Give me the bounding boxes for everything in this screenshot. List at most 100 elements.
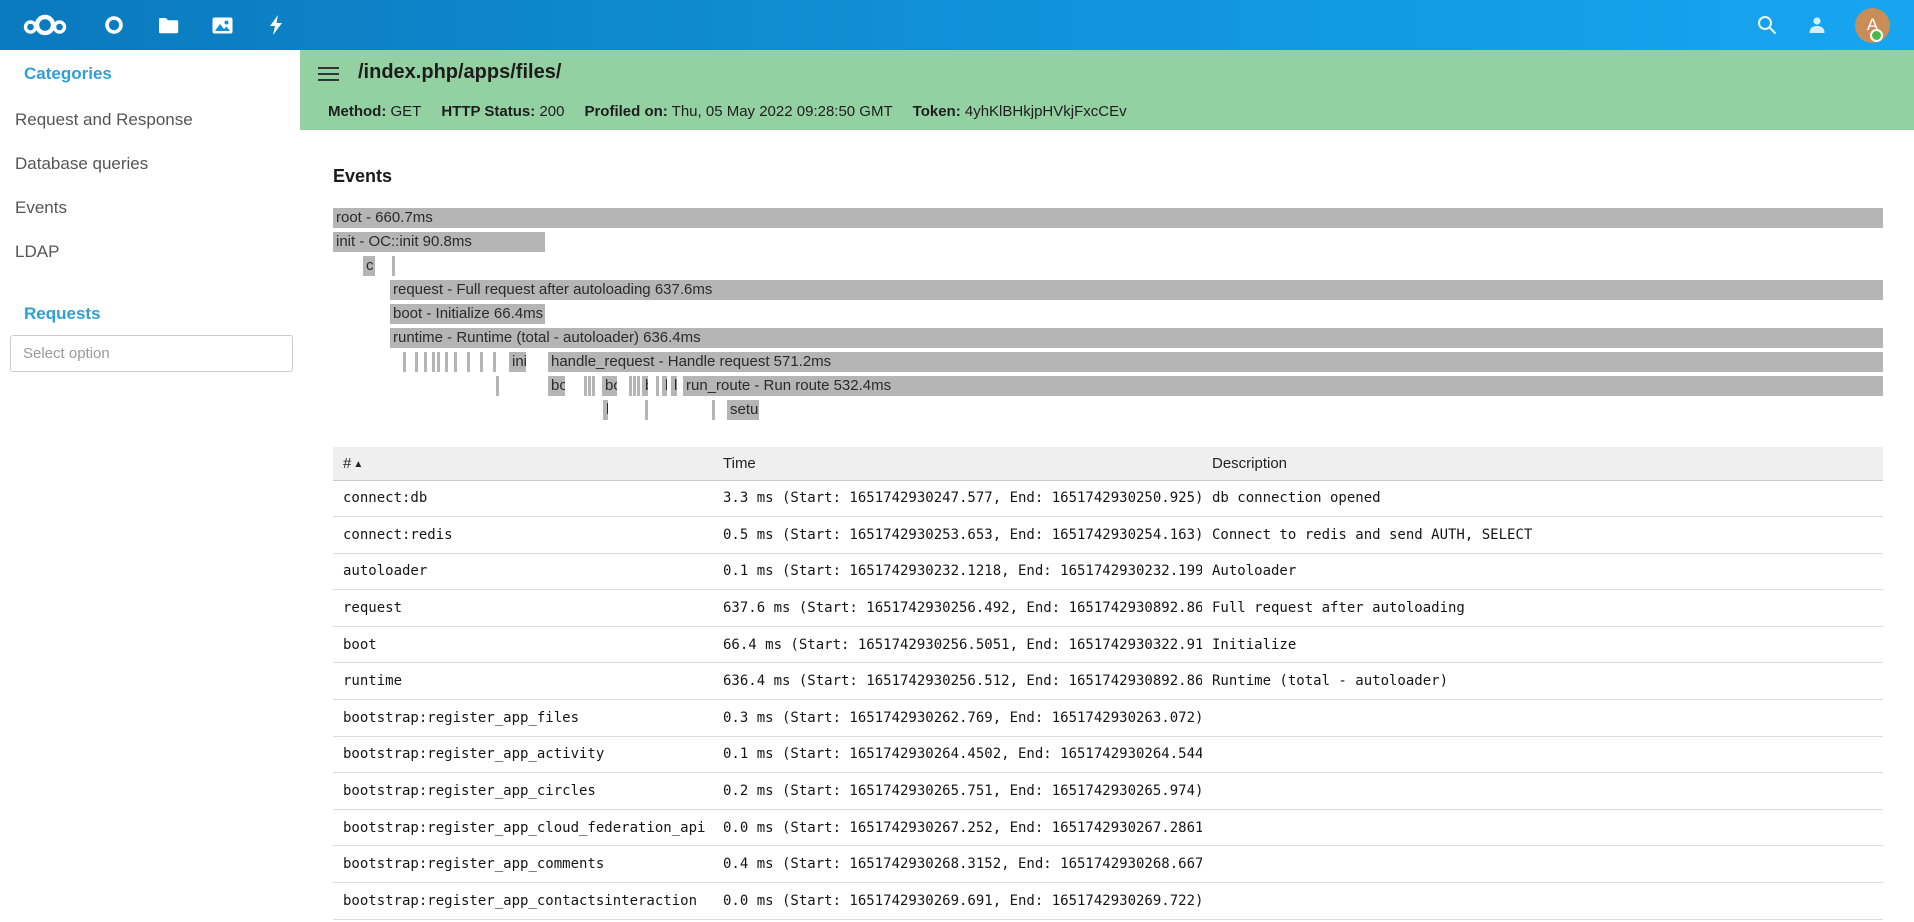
table-row: boot66.4 ms (Start: 1651742930256.5051, … bbox=[333, 626, 1883, 663]
events-timeline: root - 660.7msinit - OC::init 90.8mscreq… bbox=[333, 208, 1883, 426]
main-content: /index.php/apps/files/ Method: GETHTTP S… bbox=[300, 50, 1914, 922]
event-name-cell: connect:redis bbox=[333, 517, 713, 554]
column-header-name[interactable]: #▲ bbox=[333, 447, 713, 480]
timeline-row: runtime - Runtime (total - autoloader) 6… bbox=[333, 328, 1883, 348]
column-header-description[interactable]: Description bbox=[1202, 447, 1883, 480]
event-name-cell: request bbox=[333, 590, 713, 627]
timeline-tick[interactable] bbox=[480, 352, 483, 372]
circle-app-icon[interactable] bbox=[101, 12, 127, 38]
sidebar-item-ldap[interactable]: LDAP bbox=[0, 230, 300, 274]
event-description-cell bbox=[1202, 883, 1883, 920]
topbar-right: A bbox=[1755, 0, 1890, 50]
table-row: bootstrap:register_app_comments0.4 ms (S… bbox=[333, 846, 1883, 883]
timeline-row: bobobblrun_route - Run route 532.4ms bbox=[333, 376, 1883, 396]
timeline-tick[interactable] bbox=[629, 376, 632, 396]
menu-icon[interactable] bbox=[318, 67, 340, 84]
files-folder-icon[interactable] bbox=[155, 12, 181, 38]
event-time-cell: 0.1 ms (Start: 1651742930232.1218, End: … bbox=[713, 553, 1202, 590]
timeline-bar[interactable]: bo bbox=[602, 376, 617, 396]
timeline-tick[interactable] bbox=[432, 352, 435, 372]
event-name-cell: bootstrap:register_app_contactsinteracti… bbox=[333, 883, 713, 920]
timeline-tick[interactable] bbox=[424, 352, 427, 372]
timeline-tick[interactable] bbox=[454, 352, 457, 372]
timeline-tick[interactable] bbox=[633, 376, 636, 396]
event-description-cell: Runtime (total - autoloader) bbox=[1202, 663, 1883, 700]
event-description-cell bbox=[1202, 846, 1883, 883]
event-name-cell: runtime bbox=[333, 663, 713, 700]
contacts-icon[interactable] bbox=[1805, 13, 1829, 37]
timeline-row: init - OC::init 90.8ms bbox=[333, 232, 1883, 252]
timeline-bar[interactable]: setup bbox=[727, 400, 759, 420]
table-row: connect:redis0.5 ms (Start: 165174293025… bbox=[333, 517, 1883, 554]
timeline-tick[interactable] bbox=[656, 376, 659, 396]
event-name-cell: bootstrap:register_app_comments bbox=[333, 846, 713, 883]
timeline-tick[interactable] bbox=[645, 400, 648, 420]
timeline-row: boot - Initialize 66.4ms bbox=[333, 304, 1883, 324]
profile-header: /index.php/apps/files/ Method: GETHTTP S… bbox=[300, 50, 1914, 130]
timeline-bar[interactable]: boot - Initialize 66.4ms bbox=[390, 304, 545, 324]
photos-icon[interactable] bbox=[209, 12, 235, 38]
timeline-bar[interactable]: request - Full request after autoloading… bbox=[390, 280, 1883, 300]
topbar-left bbox=[0, 0, 289, 50]
timeline-bar[interactable]: runtime - Runtime (total - autoloader) 6… bbox=[390, 328, 1883, 348]
table-row: autoloader0.1 ms (Start: 1651742930232.1… bbox=[333, 553, 1883, 590]
timeline-bar[interactable]: bo bbox=[548, 376, 565, 396]
event-description-cell bbox=[1202, 736, 1883, 773]
event-time-cell: 636.4 ms (Start: 1651742930256.512, End:… bbox=[713, 663, 1202, 700]
timeline-tick[interactable] bbox=[592, 376, 595, 396]
event-description-cell bbox=[1202, 809, 1883, 846]
timeline-bar[interactable]: handle_request - Handle request 571.2ms bbox=[548, 352, 1883, 372]
timeline-bar[interactable]: init - OC::init 90.8ms bbox=[333, 232, 545, 252]
timeline-tick[interactable] bbox=[467, 352, 470, 372]
timeline-tick[interactable] bbox=[403, 352, 406, 372]
request-select[interactable] bbox=[10, 335, 293, 372]
timeline-tick[interactable] bbox=[588, 376, 591, 396]
timeline-tick[interactable] bbox=[445, 352, 448, 372]
timeline-row: request - Full request after autoloading… bbox=[333, 280, 1883, 300]
timeline-tick[interactable] bbox=[637, 376, 640, 396]
event-description-cell bbox=[1202, 773, 1883, 810]
timeline-tick[interactable] bbox=[584, 376, 587, 396]
timeline-tick[interactable] bbox=[712, 400, 715, 420]
timeline-bar[interactable]: root - 660.7ms bbox=[333, 208, 1883, 228]
sidebar-item-request-and-response[interactable]: Request and Response bbox=[0, 98, 300, 142]
timeline-bar[interactable]: run_route - Run route 532.4ms bbox=[683, 376, 1883, 396]
nextcloud-logo-icon[interactable] bbox=[22, 12, 68, 38]
timeline-tick[interactable] bbox=[493, 352, 496, 372]
event-name-cell: boot bbox=[333, 626, 713, 663]
event-description-cell: Autoloader bbox=[1202, 553, 1883, 590]
event-time-cell: 0.4 ms (Start: 1651742930268.3152, End: … bbox=[713, 846, 1202, 883]
meta-method-: Method: GET bbox=[328, 103, 421, 120]
timeline-bar[interactable]: b bbox=[642, 376, 648, 396]
timeline-bar[interactable]: b bbox=[662, 376, 667, 396]
events-table: #▲ Time Description connect:db3.3 ms (St… bbox=[333, 447, 1883, 920]
timeline-row: ini handle_request - Handle request 571.2… bbox=[333, 352, 1883, 372]
timeline-bar[interactable]: l bbox=[603, 400, 608, 420]
timeline-tick[interactable] bbox=[392, 256, 395, 276]
timeline-bar[interactable]: ini bbox=[509, 352, 526, 372]
timeline-tick[interactable] bbox=[496, 376, 499, 396]
timeline-tick[interactable] bbox=[437, 352, 440, 372]
timeline-bar[interactable]: c bbox=[363, 256, 375, 276]
user-menu[interactable]: A bbox=[1855, 8, 1890, 43]
sidebar-item-database-queries[interactable]: Database queries bbox=[0, 142, 300, 186]
activity-lightning-icon[interactable] bbox=[263, 12, 289, 38]
column-header-time[interactable]: Time bbox=[713, 447, 1202, 480]
category-list: Request and ResponseDatabase queriesEven… bbox=[0, 98, 300, 274]
search-icon[interactable] bbox=[1755, 13, 1779, 37]
table-row: bootstrap:register_app_activity0.1 ms (S… bbox=[333, 736, 1883, 773]
event-time-cell: 0.2 ms (Start: 1651742930265.751, End: 1… bbox=[713, 773, 1202, 810]
timeline-tick[interactable] bbox=[415, 352, 418, 372]
event-time-cell: 0.0 ms (Start: 1651742930269.691, End: 1… bbox=[713, 883, 1202, 920]
sort-ascending-icon: ▲ bbox=[353, 459, 363, 470]
event-time-cell: 0.5 ms (Start: 1651742930253.653, End: 1… bbox=[713, 517, 1202, 554]
event-time-cell: 66.4 ms (Start: 1651742930256.5051, End:… bbox=[713, 626, 1202, 663]
event-description-cell: Full request after autoloading bbox=[1202, 590, 1883, 627]
event-name-cell: autoloader bbox=[333, 553, 713, 590]
timeline-row: c bbox=[333, 256, 1883, 276]
sidebar-item-events[interactable]: Events bbox=[0, 186, 300, 230]
event-name-cell: bootstrap:register_app_files bbox=[333, 700, 713, 737]
timeline-bar[interactable]: l bbox=[671, 376, 677, 396]
table-row: runtime636.4 ms (Start: 1651742930256.51… bbox=[333, 663, 1883, 700]
event-time-cell: 3.3 ms (Start: 1651742930247.577, End: 1… bbox=[713, 480, 1202, 517]
